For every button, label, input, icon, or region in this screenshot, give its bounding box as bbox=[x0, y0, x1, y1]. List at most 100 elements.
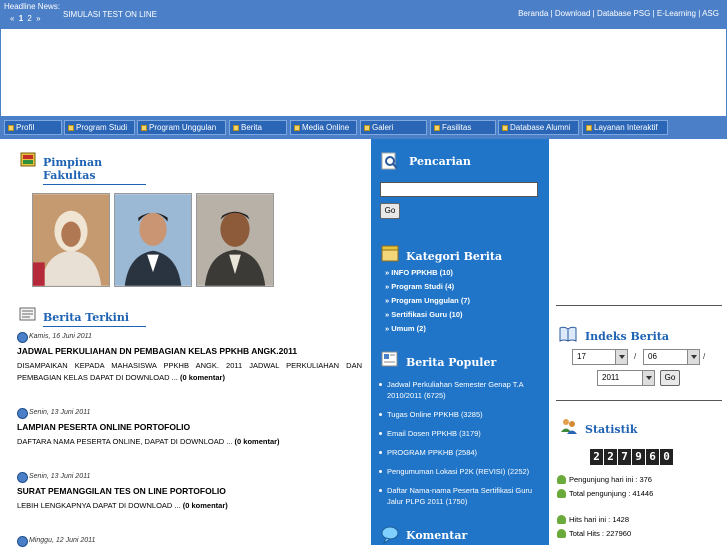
nav-program-studi[interactable]: Program Studi bbox=[64, 120, 135, 135]
popular-item[interactable]: Pengumuman Lokasi P2K (REVISI) (2252) bbox=[377, 466, 545, 477]
news-title-link[interactable]: SURAT PEMANGGILAN TES ON LINE PORTOFOLIO bbox=[17, 486, 362, 496]
nav-database-alumni[interactable]: Database Alumni bbox=[498, 120, 579, 135]
news-date: Senin, 13 Juni 2011 bbox=[17, 408, 362, 419]
link-database-psg[interactable]: Database PSG bbox=[597, 9, 650, 18]
headline-text[interactable]: SIMULASI TEST ON LINE bbox=[63, 10, 157, 19]
year-value: 2011 bbox=[602, 373, 620, 382]
popular-item-count: (2252) bbox=[507, 467, 530, 476]
counter-digit: 7 bbox=[618, 449, 631, 465]
komentar-title: Komentar bbox=[406, 529, 468, 542]
headline-bar: Headline News: « 1 2 » SIMULASI TEST ON … bbox=[0, 0, 727, 28]
category-item[interactable]: » Program Studi (4) bbox=[385, 282, 470, 296]
search-go-button[interactable]: Go bbox=[380, 203, 400, 219]
headline-label: Headline News: bbox=[4, 2, 61, 11]
link-e-learning[interactable]: E-Learning bbox=[657, 9, 696, 18]
popular-item[interactable]: Tugas Online PPKHB (3285) bbox=[377, 409, 545, 420]
news-body-text: LEBIH LENGKAPNYA DAPAT DI DOWNLOAD ... bbox=[17, 501, 183, 510]
chevron-down-icon bbox=[615, 350, 627, 364]
month-value: 06 bbox=[648, 352, 657, 361]
popular-item[interactable]: Daftar Nama-nama Peserta Sertifikasi Gur… bbox=[377, 485, 545, 507]
popular-item-text[interactable]: PROGRAM PPKHB bbox=[387, 448, 453, 457]
book-icon bbox=[559, 326, 577, 342]
news-comment-link[interactable]: (0 komentar) bbox=[180, 373, 225, 382]
news-date: Kamis, 16 Juni 2011 bbox=[17, 332, 362, 343]
day-select[interactable]: 17 bbox=[572, 349, 628, 365]
pager-next[interactable]: » bbox=[36, 14, 41, 23]
populer-title: Berita Populer bbox=[406, 356, 497, 369]
nav-program-unggulan[interactable]: Program Unggulan bbox=[137, 120, 226, 135]
category-list: » INFO PPKHB (10) » Program Studi (4) » … bbox=[385, 268, 470, 338]
nav-berita[interactable]: Berita bbox=[229, 120, 287, 135]
users-icon bbox=[561, 419, 577, 434]
news-excerpt: DAFTARA NAMA PESERTA ONLINE, DAPAT DI DO… bbox=[17, 436, 362, 448]
news-paper-icon bbox=[19, 307, 36, 321]
berita-terkini-title: Berita Terkini bbox=[43, 311, 146, 327]
counter-digit: 2 bbox=[590, 449, 603, 465]
counter-digit: 2 bbox=[604, 449, 617, 465]
nav-profil[interactable]: Profil bbox=[4, 120, 62, 135]
index-go-button[interactable]: Go bbox=[660, 370, 680, 386]
leader-photo-2[interactable] bbox=[114, 193, 192, 287]
counter-digit: 9 bbox=[632, 449, 645, 465]
category-box-icon bbox=[381, 245, 399, 262]
news-title-link[interactable]: JADWAL PERKULIAHAN DN PEMBAGIAN KELAS PP… bbox=[17, 346, 362, 356]
popular-item-count: (1750) bbox=[445, 497, 468, 506]
news-item: Senin, 13 Juni 2011 LAMPIAN PESERTA ONLI… bbox=[17, 408, 362, 448]
category-item[interactable]: » Sertifikasi Guru (10) bbox=[385, 310, 470, 324]
pimpinan-title: Pimpinan Fakultas bbox=[43, 156, 146, 185]
link-download[interactable]: Download bbox=[555, 9, 591, 18]
popular-item[interactable]: Jadwal Perkuliahan Semester Genap T.A 20… bbox=[377, 379, 545, 401]
pager-prev[interactable]: « bbox=[10, 14, 15, 23]
month-select[interactable]: 06 bbox=[643, 349, 700, 365]
stat-hits-today: Hits hari ini : 1428 bbox=[557, 515, 629, 524]
counter-digit: 0 bbox=[660, 449, 673, 465]
popular-item[interactable]: PROGRAM PPKHB (2584) bbox=[377, 447, 545, 458]
comment-bubble-icon bbox=[381, 526, 399, 544]
year-select[interactable]: 2011 bbox=[597, 370, 655, 386]
link-beranda[interactable]: Beranda bbox=[518, 9, 548, 18]
nav-galeri[interactable]: Galeri bbox=[360, 120, 427, 135]
search-input[interactable] bbox=[380, 182, 538, 197]
popular-item-count: (2584) bbox=[455, 448, 478, 457]
news-date: Senin, 13 Juni 2011 bbox=[17, 472, 362, 483]
popular-item-count: (3285) bbox=[460, 410, 483, 419]
news-title-link[interactable]: LAMPIAN PESERTA ONLINE PORTOFOLIO bbox=[17, 422, 362, 432]
news-excerpt: LEBIH LENGKAPNYA DAPAT DI DOWNLOAD ... (… bbox=[17, 500, 362, 512]
kategori-title: Kategori Berita bbox=[406, 250, 503, 263]
popular-item-text[interactable]: Pengumuman Lokasi P2K (REVISI) bbox=[387, 467, 505, 476]
category-item[interactable]: » Program Unggulan (7) bbox=[385, 296, 470, 310]
leader-photo-3[interactable] bbox=[196, 193, 274, 287]
search-icon bbox=[381, 152, 398, 170]
date-separator: / bbox=[634, 352, 637, 361]
popular-item[interactable]: Email Dosen PPKHB (3179) bbox=[377, 428, 545, 439]
popular-item-text[interactable]: Email Dosen PPKHB bbox=[387, 429, 457, 438]
nav-fasilitas[interactable]: Fasilitas bbox=[430, 120, 496, 135]
news-excerpt: DISAMPAIKAN KEPADA MAHASISWA PPKHB ANGK.… bbox=[17, 360, 362, 384]
chevron-down-icon bbox=[642, 371, 654, 385]
news-item: Kamis, 16 Juni 2011 JADWAL PERKULIAHAN D… bbox=[17, 332, 362, 384]
stat-total-hits: Total Hits : 227960 bbox=[557, 529, 631, 538]
popular-list: Jadwal Perkuliahan Semester Genap T.A 20… bbox=[377, 379, 545, 515]
popular-item-count: (3179) bbox=[459, 429, 481, 438]
date-separator: / bbox=[703, 352, 706, 361]
news-date: Minggu, 12 Juni 2011 bbox=[17, 536, 362, 547]
pager-page-1[interactable]: 1 bbox=[19, 14, 24, 23]
news-body-text: DAFTARA NAMA PESERTA ONLINE, DAPAT DI DO… bbox=[17, 437, 235, 446]
category-item[interactable]: » Umum (2) bbox=[385, 324, 470, 338]
right-divider bbox=[556, 400, 722, 401]
nav-media-online[interactable]: Media Online bbox=[290, 120, 357, 135]
news-comment-link[interactable]: (0 komentar) bbox=[235, 437, 280, 446]
popular-item-text[interactable]: Jadwal Perkuliahan Semester Genap T.A 20… bbox=[387, 380, 523, 400]
statistik-title: Statistik bbox=[585, 423, 638, 436]
pager-page-2[interactable]: 2 bbox=[27, 14, 32, 23]
middle-sidebar: Pencarian Go Kategori Berita » INFO PPKH… bbox=[371, 139, 549, 545]
leader-photo-1[interactable] bbox=[32, 193, 110, 287]
category-item[interactable]: » INFO PPKHB (10) bbox=[385, 268, 470, 282]
main-nav: Profil Program Studi Program Unggulan Be… bbox=[0, 117, 727, 139]
news-comment-link[interactable]: (0 komentar) bbox=[183, 501, 228, 510]
link-asg[interactable]: ASG bbox=[702, 9, 719, 18]
nav-layanan-interaktif[interactable]: Layanan Interaktif bbox=[582, 120, 668, 135]
stat-total-visitors: Total pengunjung : 41446 bbox=[557, 489, 653, 498]
hit-counter: 2 2 7 9 6 0 bbox=[590, 449, 673, 465]
popular-item-text[interactable]: Tugas Online PPKHB bbox=[387, 410, 459, 419]
